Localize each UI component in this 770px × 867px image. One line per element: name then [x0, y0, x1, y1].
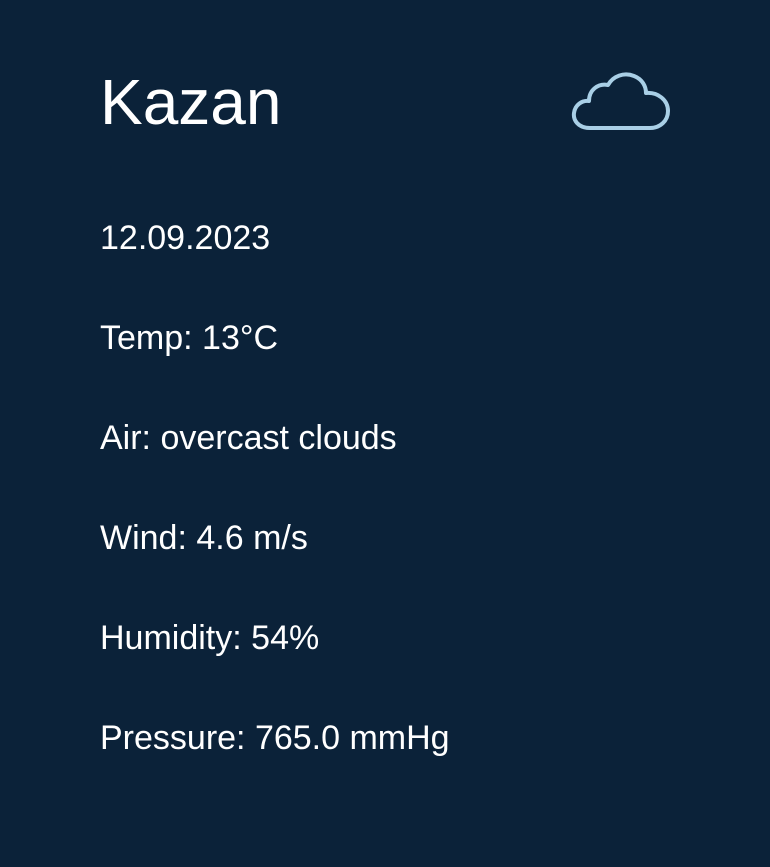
- humidity-value: 54%: [251, 619, 320, 657]
- date-text: 12.09.2023: [100, 219, 271, 257]
- wind-value: 4.6 m/s: [196, 519, 308, 557]
- humidity-row: Humidity: 54%: [100, 618, 319, 658]
- city-name: Kazan: [100, 66, 282, 138]
- wind-label: Wind:: [100, 519, 187, 557]
- cloud-icon: [571, 72, 670, 130]
- air-row: Air: overcast clouds: [100, 418, 397, 458]
- wind-row: Wind: 4.6 m/s: [100, 518, 308, 558]
- weather-card: Kazan 12.09.2023 Temp: 13°C Air: overcas…: [0, 0, 770, 867]
- temp-value: 13°C: [202, 319, 279, 357]
- temp-row: Temp: 13°C: [100, 318, 278, 358]
- pressure-label: Pressure:: [100, 719, 246, 757]
- humidity-label: Humidity:: [100, 619, 242, 657]
- pressure-row: Pressure: 765.0 mmHg: [100, 718, 450, 758]
- air-value: overcast clouds: [160, 419, 397, 457]
- pressure-value: 765.0 mmHg: [254, 719, 450, 757]
- temp-label: Temp:: [100, 319, 193, 357]
- air-label: Air:: [100, 419, 151, 457]
